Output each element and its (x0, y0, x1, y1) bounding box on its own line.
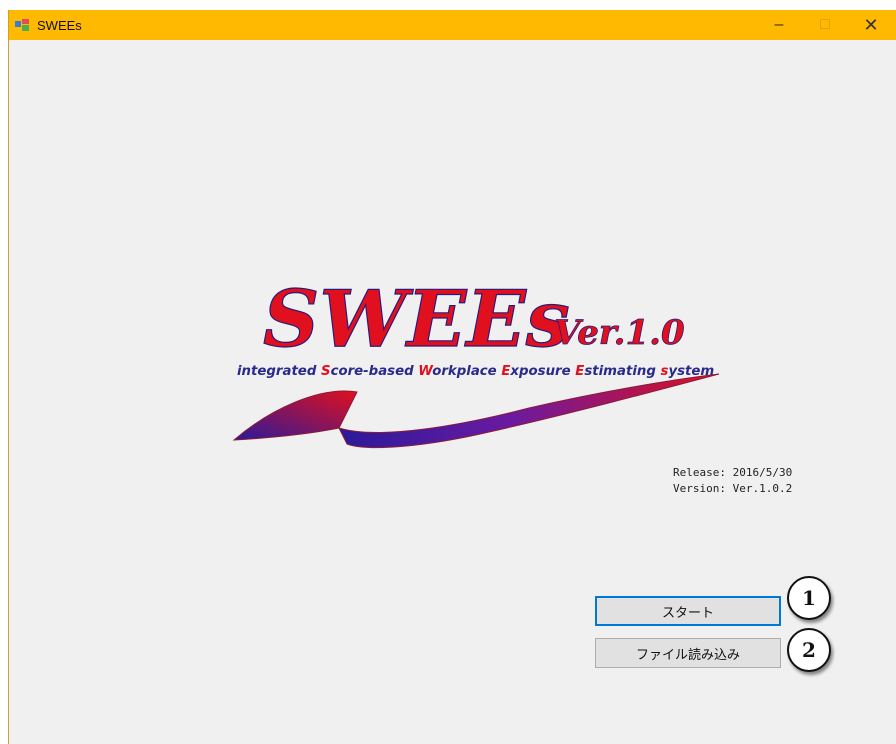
callout-1: 1 (787, 576, 831, 620)
tagline-part: s (661, 364, 669, 379)
minimize-button[interactable]: – (756, 10, 802, 40)
logo-name: SWEEs (263, 274, 570, 365)
main-window: SWEEs – □ ✕ SWEEs Ver.1.0 integrated Sco… (8, 10, 896, 744)
start-button[interactable]: スタート (595, 596, 781, 626)
logo-version: Ver.1.0 (554, 313, 685, 353)
tagline-part: integrated (237, 364, 321, 379)
tagline-part: xposure (509, 364, 575, 379)
callout-2: 2 (787, 628, 831, 672)
tagline-part: E (575, 364, 584, 379)
load-file-button[interactable]: ファイル読み込み (595, 638, 781, 668)
app-icon (15, 19, 29, 31)
logo-swoosh-left (232, 390, 358, 441)
release-info: Release: 2016/5/30 Version: Ver.1.0.2 (673, 465, 792, 497)
title-bar[interactable]: SWEEs – □ ✕ (9, 10, 896, 40)
window-title: SWEEs (37, 17, 82, 33)
tagline-part: core-based (331, 364, 419, 379)
swees-logo: SWEEs Ver.1.0 integrated Score-based Wor… (232, 273, 720, 449)
release-date: Release: 2016/5/30 (673, 466, 793, 479)
logo-tagline: integrated Score-based Workplace Exposur… (237, 364, 714, 379)
logo-swoosh-right (338, 373, 720, 449)
tagline-part: orkplace (432, 364, 501, 379)
tagline-part: E (501, 364, 510, 379)
tagline-part: S (321, 364, 331, 379)
version-number: Version: Ver.1.0.2 (673, 482, 793, 495)
maximize-button[interactable]: □ (802, 10, 848, 40)
tagline-part: stimating (584, 364, 660, 379)
close-button[interactable]: ✕ (848, 10, 894, 40)
